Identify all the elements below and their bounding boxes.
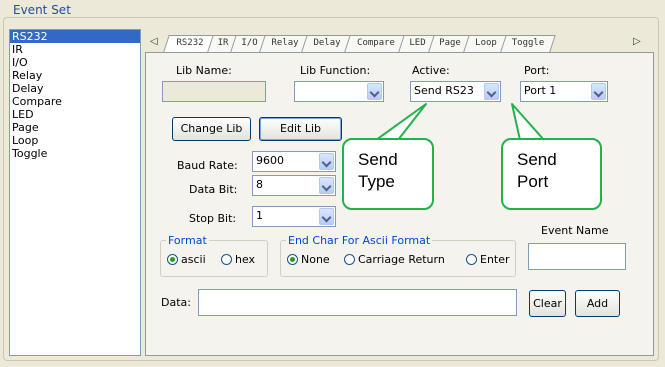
send-port-pointer: [511, 103, 545, 141]
send-port-callout: Send Port: [501, 138, 602, 210]
send-type-pointer: [375, 103, 427, 141]
send-type-line1: Send: [358, 150, 398, 169]
send-port-line2: Port: [517, 172, 549, 191]
send-type-line2: Type: [358, 172, 395, 191]
send-type-callout: Send Type: [342, 138, 434, 210]
send-port-line1: Send: [517, 150, 557, 169]
